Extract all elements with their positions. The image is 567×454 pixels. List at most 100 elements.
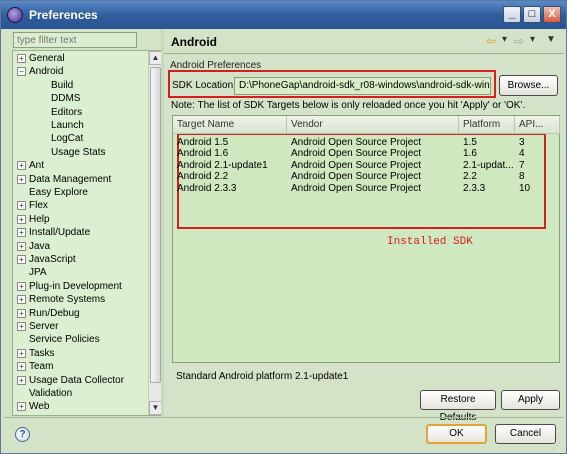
back-arrow-icon[interactable]: ⇦ xyxy=(486,34,496,48)
expand-icon[interactable]: + xyxy=(17,228,26,238)
table-cell[interactable]: 2.2 xyxy=(463,171,514,182)
page-title: Android xyxy=(171,35,217,49)
minimize-button[interactable]: _ xyxy=(503,6,521,23)
expand-icon[interactable]: + xyxy=(17,322,26,331)
tree-item[interactable]: + Remote Systems xyxy=(17,293,105,306)
tree-item[interactable]: + Server xyxy=(17,320,58,333)
table-cell[interactable]: 1.6 xyxy=(463,148,514,159)
tree-item[interactable]: + Flex xyxy=(17,199,48,212)
forward-arrow-icon[interactable]: ⇨ xyxy=(514,34,524,48)
installed-sdk-annotation: Installed SDK xyxy=(387,236,473,248)
table-cell[interactable]: Android Open Source Project xyxy=(291,137,458,148)
tree-item-label: General xyxy=(29,53,65,64)
tree-item[interactable]: + Web xyxy=(17,400,49,413)
expand-icon[interactable]: + xyxy=(17,375,26,385)
column-header[interactable]: Target Name xyxy=(173,116,287,134)
table-cell[interactable]: Android Open Source Project xyxy=(291,171,458,182)
expand-icon[interactable]: + xyxy=(17,281,26,291)
sdk-location-field[interactable]: D:\PhoneGap\android-sdk_r08-windows\andr… xyxy=(234,77,491,95)
resize-grip-icon[interactable]: ⋰ xyxy=(553,441,563,451)
expand-icon[interactable]: + xyxy=(17,362,26,372)
tree-item[interactable]: Build xyxy=(39,79,73,92)
tree-item[interactable]: + General xyxy=(17,52,65,65)
expand-icon[interactable]: + xyxy=(17,161,26,171)
tree-item[interactable]: − Android xyxy=(17,65,63,78)
back-dropdown-icon[interactable]: ▾ xyxy=(502,34,507,45)
tree-item[interactable]: + Install/Update xyxy=(17,226,90,239)
title-bar[interactable]: Preferences _ □ X xyxy=(1,1,566,29)
column-header[interactable]: Vendor xyxy=(287,116,459,134)
tree-item[interactable]: Usage Stats xyxy=(39,146,105,159)
tree-item-label: Easy Explore xyxy=(29,187,88,198)
tree-item[interactable]: Editors xyxy=(39,106,82,119)
table-cell[interactable]: Android Open Source Project xyxy=(291,160,458,171)
apply-button[interactable]: Apply xyxy=(501,390,560,410)
tree-item[interactable]: + JavaScript xyxy=(17,253,76,266)
expand-icon[interactable]: + xyxy=(17,308,26,318)
scroll-thumb[interactable] xyxy=(150,67,161,383)
maximize-button[interactable]: □ xyxy=(523,6,541,23)
tree-item[interactable]: + Ant xyxy=(17,159,44,172)
expand-icon[interactable]: + xyxy=(17,174,26,184)
tree-item[interactable]: DDMS xyxy=(39,92,80,105)
expand-icon[interactable]: + xyxy=(17,348,26,358)
expand-icon[interactable]: + xyxy=(17,214,26,224)
table-cell[interactable]: Android 2.2 xyxy=(177,171,286,182)
table-cell[interactable]: Android 1.6 xyxy=(177,148,286,159)
table-cell[interactable]: 8 xyxy=(519,171,559,182)
eclipse-app-icon xyxy=(7,7,23,23)
tree-item[interactable]: Service Policies xyxy=(17,333,100,346)
tree-item[interactable]: + Run/Debug xyxy=(17,307,80,320)
expand-icon[interactable]: + xyxy=(17,201,26,211)
expand-icon[interactable]: + xyxy=(17,295,26,305)
expand-icon[interactable]: + xyxy=(17,255,26,264)
filter-input[interactable] xyxy=(13,32,137,48)
table-cell[interactable]: Android 1.5 xyxy=(177,137,286,148)
tree-item-label: DDMS xyxy=(51,93,81,105)
table-cell[interactable]: 2.3.3 xyxy=(463,183,514,194)
help-icon[interactable]: ? xyxy=(15,427,30,442)
ok-button[interactable]: OK xyxy=(426,424,487,444)
table-cell[interactable]: Android 2.3.3 xyxy=(177,183,286,194)
table-cell[interactable]: Android Open Source Project xyxy=(291,148,458,159)
tree-item[interactable]: + Team xyxy=(17,360,53,373)
table-cell[interactable]: Android 2.1-update1 xyxy=(177,160,286,171)
sdk-targets-table[interactable]: Installed SDK Target Name Vendor Platform A… xyxy=(172,115,560,363)
table-cell[interactable]: 3 xyxy=(519,137,559,148)
expand-icon[interactable]: + xyxy=(17,402,26,412)
table-cell[interactable]: 7 xyxy=(519,160,559,171)
footer-separator xyxy=(4,417,564,418)
table-cell[interactable]: 4 xyxy=(519,148,559,159)
table-cell[interactable]: 10 xyxy=(519,183,559,194)
table-cell[interactable]: Android Open Source Project xyxy=(291,183,458,194)
tree-item[interactable]: + Plug-in Development xyxy=(17,280,122,293)
tree-item[interactable]: + Usage Data Collector xyxy=(17,374,124,387)
tree-item[interactable]: + Data Management xyxy=(17,173,111,186)
tree-item[interactable]: Validation xyxy=(17,387,72,400)
view-menu-icon[interactable]: ▼ xyxy=(546,34,556,45)
column-header[interactable]: API... xyxy=(515,116,560,134)
collapse-icon[interactable]: − xyxy=(17,67,26,77)
expand-icon[interactable]: + xyxy=(17,54,26,63)
preferences-navigation: ▲ ▼ +General−AndroidBuildDDMSEditorsLaun… xyxy=(7,29,163,417)
tree-item[interactable]: + Help xyxy=(17,213,50,226)
tree-item-label: Install/Update xyxy=(29,227,91,239)
column-header[interactable]: Platform xyxy=(459,116,515,134)
tree-item[interactable]: LogCat xyxy=(39,132,83,145)
restore-defaults-button[interactable]: Restore Defaults xyxy=(420,390,496,423)
close-button[interactable]: X xyxy=(543,6,561,23)
browse-button[interactable]: Browse... xyxy=(499,75,558,96)
tree-item[interactable]: JPA xyxy=(17,266,47,279)
tree-item[interactable]: Launch xyxy=(39,119,84,132)
tree-item[interactable]: + Java xyxy=(17,240,50,253)
tree-item[interactable]: Easy Explore xyxy=(17,186,88,199)
expand-icon[interactable]: + xyxy=(17,241,26,251)
tree-item-label: Ant xyxy=(29,160,45,172)
tree-item-label: Java xyxy=(29,240,51,252)
table-cell[interactable]: 1.5 xyxy=(463,137,514,148)
table-cell[interactable]: 2.1-updat... xyxy=(463,160,514,171)
tree-scrollbar[interactable]: ▲ ▼ xyxy=(148,51,162,415)
cancel-button[interactable]: Cancel xyxy=(495,424,556,444)
tree-item[interactable]: + Tasks xyxy=(17,347,55,360)
forward-dropdown-icon[interactable]: ▾ xyxy=(530,34,535,45)
